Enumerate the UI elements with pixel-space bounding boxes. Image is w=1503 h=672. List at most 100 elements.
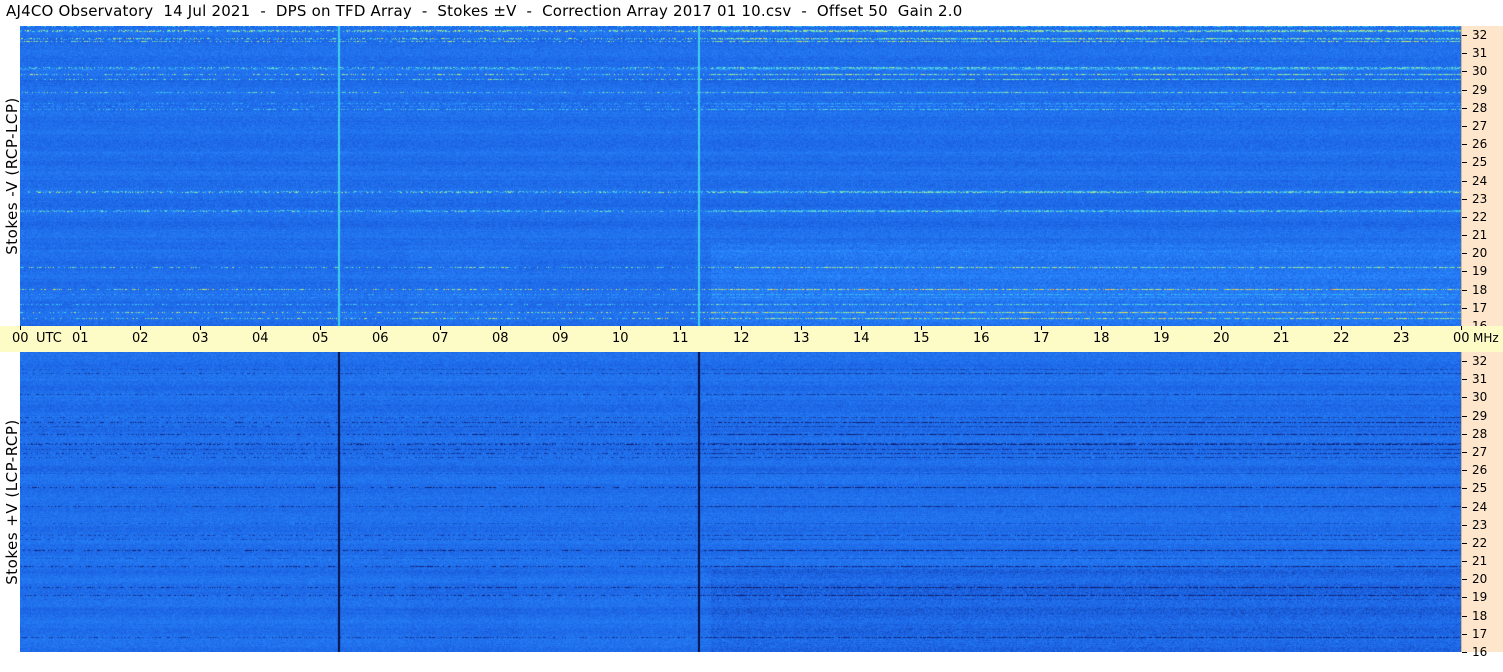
bottom-freq-tick-label: 22 xyxy=(1472,536,1488,550)
utc-tick-label: 23 xyxy=(1393,331,1410,346)
top-freq-tick-label: 17 xyxy=(1472,301,1488,315)
utc-time-axis: 00 01 02 03 04 05 06 07 08 09 10 11 12 13 14 15 16 17 18 19… xyxy=(0,326,1503,352)
stokes-minus-v-heatmap xyxy=(20,26,1461,326)
bottom-freq-tick-label: 30 xyxy=(1472,390,1488,404)
bottom-freq-tick xyxy=(1462,361,1467,362)
stokes-plus-v-heatmap xyxy=(20,352,1461,652)
utc-tick-label: 00 xyxy=(12,331,29,346)
bottom-freq-tick xyxy=(1462,416,1467,417)
top-panel-y-label: Stokes -V (RCP-LCP) xyxy=(3,97,21,255)
bottom-freq-tick xyxy=(1462,597,1467,598)
utc-tick xyxy=(981,326,982,330)
bottom-freq-tick-label: 29 xyxy=(1472,409,1488,423)
utc-tick xyxy=(320,326,321,330)
bottom-panel-y-label: Stokes +V (LCP-RCP) xyxy=(3,419,21,585)
top-freq-tick xyxy=(1462,181,1467,182)
utc-tick-label: 09 xyxy=(552,331,569,346)
bottom-freq-tick-label: 31 xyxy=(1472,372,1488,386)
top-freq-tick xyxy=(1462,308,1467,309)
utc-tick-label: 20 xyxy=(1213,331,1230,346)
utc-tick-label: 15 xyxy=(913,331,930,346)
chart-title: AJ4CO Observatory 14 Jul 2021 - DPS on T… xyxy=(6,2,963,20)
top-freq-tick-label: 24 xyxy=(1472,174,1488,188)
top-freq-tick xyxy=(1462,108,1467,109)
top-freq-tick xyxy=(1462,90,1467,91)
mhz-unit-label: MHz xyxy=(1473,331,1499,345)
utc-tick xyxy=(260,326,261,330)
utc-tick-label: 11 xyxy=(672,331,689,346)
bottom-freq-tick xyxy=(1462,470,1467,471)
bottom-freq-tick-label: 20 xyxy=(1472,572,1488,586)
utc-tick xyxy=(140,326,141,330)
utc-tick xyxy=(861,326,862,330)
utc-tick-label: 07 xyxy=(432,331,449,346)
top-freq-tick xyxy=(1462,290,1467,291)
bottom-freq-tick xyxy=(1462,434,1467,435)
bottom-freq-tick-label: 21 xyxy=(1472,554,1488,568)
top-freq-tick xyxy=(1462,217,1467,218)
utc-tick-label: 02 xyxy=(132,331,149,346)
bottom-freq-tick xyxy=(1462,452,1467,453)
utc-tick xyxy=(560,326,561,330)
bottom-freq-tick-label: 25 xyxy=(1472,481,1488,495)
top-freq-tick-label: 22 xyxy=(1472,210,1488,224)
bottom-freq-tick-label: 28 xyxy=(1472,427,1488,441)
utc-tick xyxy=(200,326,201,330)
top-freq-tick xyxy=(1462,71,1467,72)
top-freq-tick-label: 21 xyxy=(1472,228,1488,242)
utc-tick xyxy=(1341,326,1342,330)
utc-tick xyxy=(440,326,441,330)
top-freq-tick-label: 18 xyxy=(1472,283,1488,297)
utc-tick xyxy=(921,326,922,330)
bottom-frequency-axis: 16 17 18 19 20 21 22 23 24 25 26 27 28 29 30 31 32 xyxy=(1461,352,1503,658)
top-freq-tick xyxy=(1462,271,1467,272)
utc-tick xyxy=(1461,326,1462,330)
utc-tick xyxy=(380,326,381,330)
utc-tick-label: 10 xyxy=(612,331,629,346)
top-freq-tick xyxy=(1462,144,1467,145)
bottom-freq-tick-label: 24 xyxy=(1472,500,1488,514)
bottom-freq-tick-label: 18 xyxy=(1472,609,1488,623)
utc-tick xyxy=(680,326,681,330)
utc-tick-label: 01 xyxy=(72,331,89,346)
utc-tick-label: 05 xyxy=(312,331,329,346)
utc-tick-label: 03 xyxy=(192,331,209,346)
top-freq-tick xyxy=(1462,35,1467,36)
bottom-freq-tick xyxy=(1462,543,1467,544)
top-freq-tick xyxy=(1462,199,1467,200)
bottom-freq-tick xyxy=(1462,397,1467,398)
utc-tick xyxy=(1281,326,1282,330)
top-freq-tick-label: 25 xyxy=(1472,155,1488,169)
top-freq-tick-label: 28 xyxy=(1472,101,1488,115)
utc-tick-label: 06 xyxy=(372,331,389,346)
bottom-freq-tick xyxy=(1462,379,1467,380)
top-freq-tick-label: 29 xyxy=(1472,83,1488,97)
utc-tick xyxy=(801,326,802,330)
utc-tick xyxy=(1161,326,1162,330)
utc-tick xyxy=(1101,326,1102,330)
utc-tick xyxy=(500,326,501,330)
utc-tick xyxy=(1041,326,1042,330)
top-freq-tick xyxy=(1462,53,1467,54)
bottom-freq-tick xyxy=(1462,525,1467,526)
utc-tick-label: 16 xyxy=(973,331,990,346)
bottom-freq-tick xyxy=(1462,616,1467,617)
top-freq-tick-label: 20 xyxy=(1472,246,1488,260)
bottom-freq-tick-label: 23 xyxy=(1472,518,1488,532)
top-freq-tick-label: 32 xyxy=(1472,28,1488,42)
top-freq-tick xyxy=(1462,162,1467,163)
utc-tick-label: 17 xyxy=(1033,331,1050,346)
utc-tick xyxy=(1401,326,1402,330)
utc-axis-label: UTC xyxy=(36,331,62,346)
stokes-minus-v-spectrogram xyxy=(20,26,1461,326)
utc-tick-label: 12 xyxy=(733,331,750,346)
top-freq-tick-label: 23 xyxy=(1472,192,1488,206)
utc-tick-label: 21 xyxy=(1273,331,1290,346)
utc-tick-label: 14 xyxy=(853,331,870,346)
bottom-freq-tick xyxy=(1462,507,1467,508)
utc-tick xyxy=(1221,326,1222,330)
stokes-plus-v-spectrogram xyxy=(20,352,1461,652)
utc-tick xyxy=(620,326,621,330)
utc-tick-label: 22 xyxy=(1333,331,1350,346)
bottom-freq-tick xyxy=(1462,634,1467,635)
